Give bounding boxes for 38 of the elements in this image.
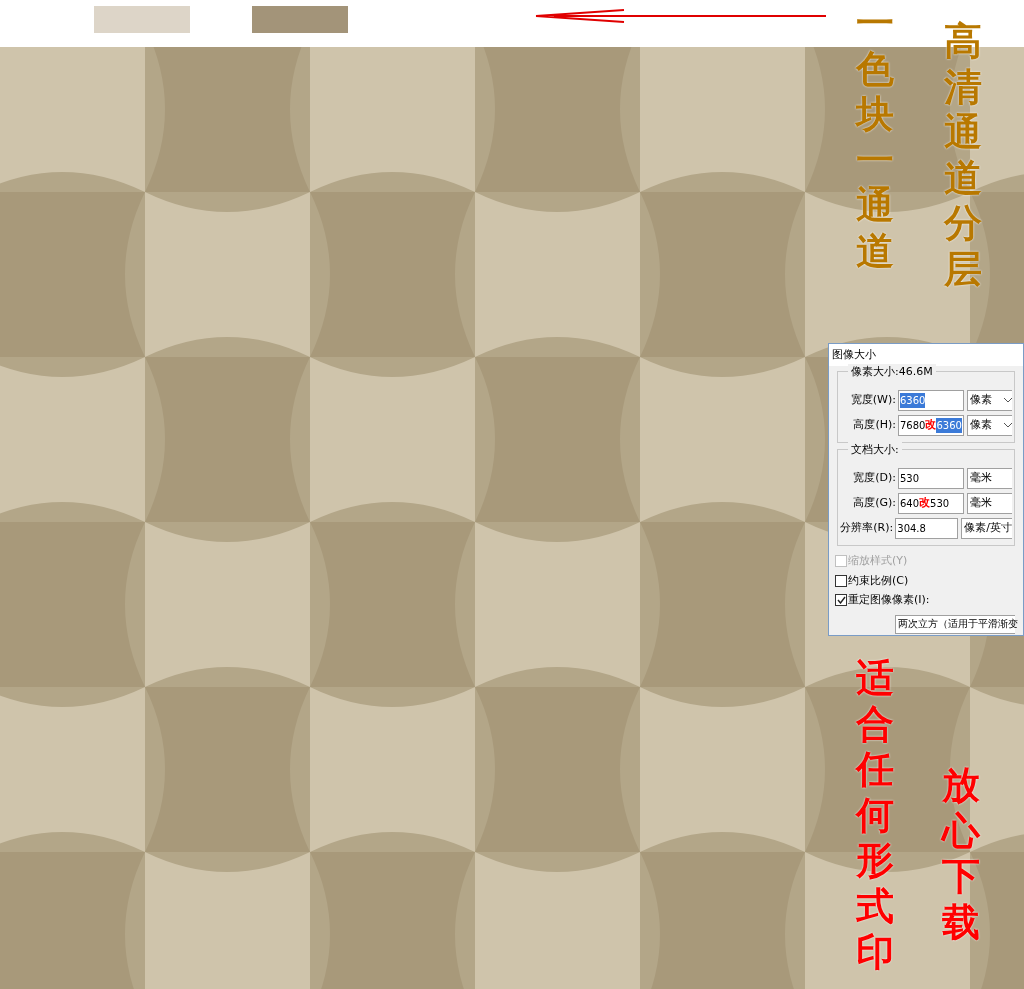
checkbox[interactable] <box>835 574 847 587</box>
chevron-down-icon <box>1004 423 1012 428</box>
input-field[interactable]: 304.8 <box>895 518 959 539</box>
checkbox-label: 约束比例(C) <box>848 572 909 589</box>
field-value: 6360 <box>936 418 962 433</box>
input-field[interactable]: 6360 <box>898 390 964 411</box>
unit-dropdown[interactable]: 像素 <box>967 390 1012 411</box>
field-label: 高度(G): <box>852 495 896 512</box>
correction-mark: 改 <box>925 417 937 434</box>
checkbox[interactable] <box>835 594 847 607</box>
field-value: 530 <box>900 472 920 486</box>
vertical-caption: 放心下载 <box>942 762 980 945</box>
vertical-caption: 高清通道分层 <box>944 18 982 292</box>
field-label: 宽度(W): <box>849 392 896 409</box>
field-value: 530 <box>930 498 950 511</box>
check-icon <box>836 596 846 605</box>
left-arrow-icon <box>534 9 826 23</box>
vertical-caption: 一色块一通道 <box>856 0 894 274</box>
input-field[interactable]: 530 <box>898 468 964 489</box>
input-field[interactable]: 640改530 <box>898 493 964 514</box>
input-field[interactable]: 7680改6360 <box>898 415 964 436</box>
field-label: 宽度(D): <box>852 470 896 487</box>
field-value: 7680 <box>900 420 926 433</box>
chevron-down-icon <box>1004 398 1012 403</box>
unit-dropdown[interactable]: 毫米 <box>967 493 1012 514</box>
unit-dropdown[interactable]: 毫米 <box>967 468 1012 489</box>
vertical-caption: 适合任何形式印 <box>856 655 894 975</box>
correction-mark: 改 <box>919 495 931 512</box>
field-value: 304.8 <box>897 522 926 536</box>
unit-dropdown[interactable]: 像素/英寸 <box>961 518 1012 539</box>
field-label: 分辨率(R): <box>839 520 894 537</box>
field-value: 640 <box>900 498 920 511</box>
unit-dropdown[interactable]: 像素 <box>967 415 1012 436</box>
field-label: 高度(H): <box>852 417 896 434</box>
dialog-title: 图像大小 <box>829 344 1023 366</box>
checkbox-label: 缩放样式(Y) <box>848 553 908 569</box>
checkbox-label: 重定图像像素(I): <box>848 592 930 608</box>
field-value: 6360 <box>900 393 926 408</box>
